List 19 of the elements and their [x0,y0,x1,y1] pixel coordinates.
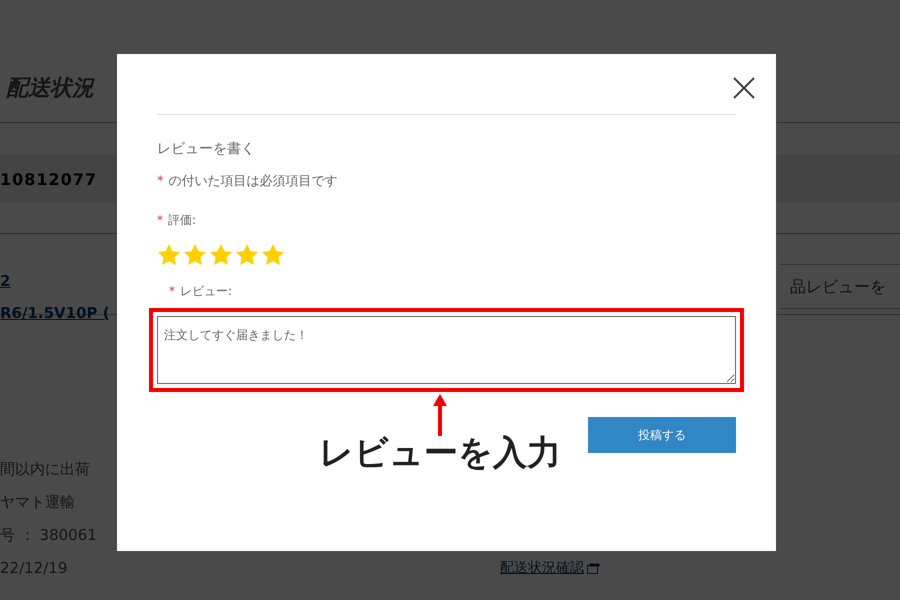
review-button[interactable]: 品レビューを [780,264,900,309]
product-link[interactable]: R6/1.5V10P ( [0,304,110,322]
star-icon[interactable] [183,243,207,267]
submit-button[interactable]: 投稿する [588,417,736,453]
review-field[interactable]: 注文してすぐ届きました！ [157,316,736,384]
annotation-text: レビューを入力 [319,432,561,475]
close-icon[interactable] [732,76,756,100]
product-link[interactable]: 2 [0,272,110,290]
review-label: * レビュー: [169,283,234,300]
dialog-heading: レビューを書く [157,140,256,158]
tracking-link[interactable]: 配送状況確認 [500,559,600,577]
rating-label: * 評価: [157,212,198,229]
annotation-arrow [433,394,447,436]
star-icon[interactable] [261,243,285,267]
new-window-icon [587,562,600,574]
star-icon[interactable] [209,243,233,267]
required-note: * の付いた項目は必須項目です [157,173,338,190]
star-icon[interactable] [157,243,181,267]
star-icon[interactable] [235,243,259,267]
